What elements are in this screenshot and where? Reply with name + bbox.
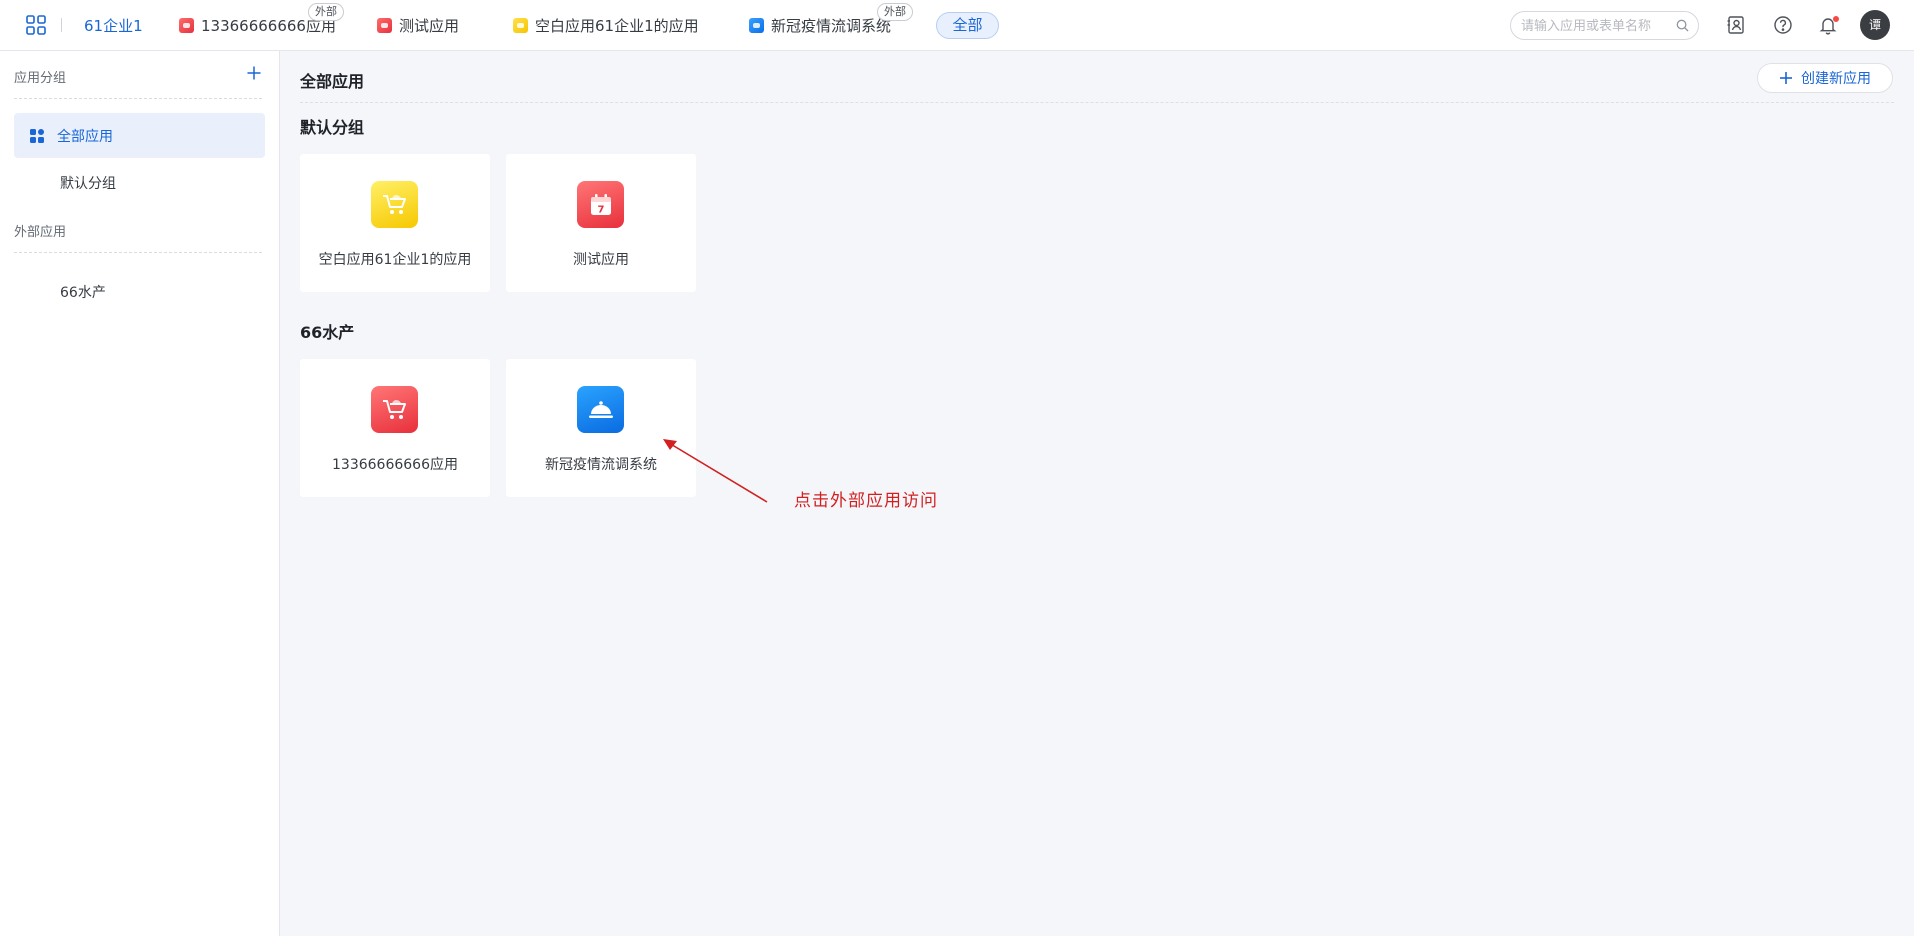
create-app-label: 创建新应用 — [1801, 71, 1871, 87]
apps-icon — [30, 129, 44, 143]
sidebar-item-66-aquatic[interactable]: 66水产 — [60, 282, 106, 302]
all-apps-button[interactable]: 全部 — [936, 12, 999, 39]
plus-icon — [1780, 72, 1792, 84]
search-box[interactable] — [1510, 11, 1699, 40]
app-card-13366666666[interactable]: 13366666666应用 — [300, 359, 490, 497]
cart-icon — [371, 386, 418, 433]
app-card-test[interactable]: 7 测试应用 — [506, 154, 696, 292]
search-icon[interactable] — [1676, 19, 1689, 32]
cart-icon — [371, 181, 418, 228]
group-title-66-aquatic: 66水产 — [300, 323, 355, 342]
org-name[interactable]: 61企业1 — [84, 15, 143, 36]
external-badge: 外部 — [877, 3, 913, 21]
sidebar-item-label: 全部应用 — [57, 129, 113, 145]
avatar[interactable]: 谭 — [1860, 10, 1890, 40]
divider — [300, 102, 1894, 103]
calendar-day: 7 — [597, 204, 604, 215]
cart-icon — [179, 17, 194, 33]
contacts-icon[interactable] — [1726, 15, 1746, 35]
create-app-button[interactable]: 创建新应用 — [1757, 63, 1893, 93]
calendar-icon: 7 — [577, 181, 624, 228]
divider — [14, 98, 262, 99]
cloche-icon — [577, 386, 624, 433]
divider — [14, 252, 262, 253]
tab-label: 空白应用61企业1的应用 — [535, 16, 699, 35]
annotation-text: 点击外部应用访问 — [794, 491, 938, 511]
app-name: 13366666666应用 — [332, 457, 458, 473]
page-title: 全部应用 — [300, 72, 365, 91]
cloche-icon — [749, 17, 764, 33]
add-group-icon[interactable] — [246, 65, 262, 81]
sidebar: 应用分组 全部应用 默认分组 外部应用 66水产 — [0, 51, 280, 936]
sidebar-item-default-group[interactable]: 默认分组 — [60, 173, 116, 193]
tab-app-test[interactable]: 测试应用 — [377, 14, 459, 36]
app-card-blank[interactable]: 空白应用61企业1的应用 — [300, 154, 490, 292]
search-input[interactable] — [1521, 17, 1671, 35]
app-name: 测试应用 — [573, 252, 629, 268]
tab-app-covid[interactable]: 新冠疫情流调系统 — [749, 14, 891, 36]
tab-label: 新冠疫情流调系统 — [771, 16, 892, 35]
section-external-apps: 外部应用 — [14, 225, 67, 240]
app-grid-icon[interactable] — [26, 15, 46, 35]
app-name: 空白应用61企业1的应用 — [318, 252, 472, 268]
external-badge: 外部 — [308, 3, 344, 21]
notification-dot — [1833, 16, 1839, 22]
tab-label: 测试应用 — [399, 16, 460, 35]
top-bar: 61企业1 13366666666应用 外部 测试应用 空白应用61企业1的应用… — [0, 0, 1914, 51]
divider — [61, 18, 62, 32]
annotation-arrow-icon — [663, 439, 768, 503]
cart-icon — [513, 17, 528, 33]
group-title-default: 默认分组 — [300, 118, 365, 137]
sidebar-item-all-apps[interactable]: 全部应用 — [14, 113, 265, 158]
tab-app-blank[interactable]: 空白应用61企业1的应用 — [513, 14, 699, 36]
calendar-icon — [377, 17, 392, 33]
section-app-groups: 应用分组 — [14, 71, 67, 86]
help-icon[interactable] — [1773, 15, 1793, 35]
